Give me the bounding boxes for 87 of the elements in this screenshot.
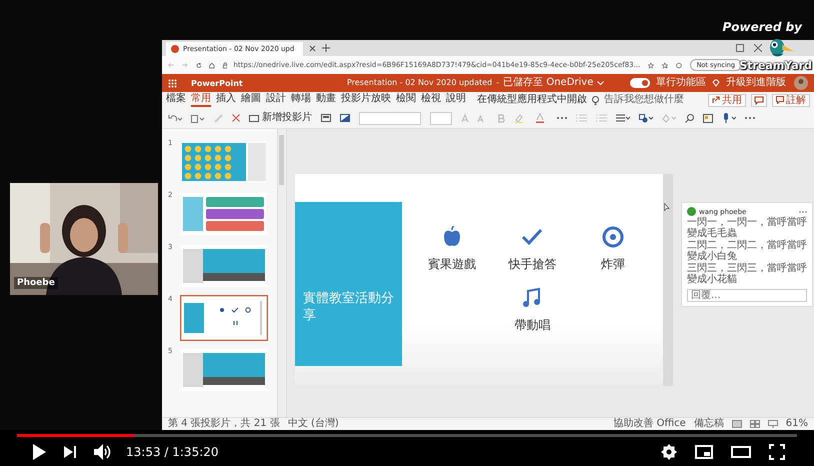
fullscreen-icon[interactable] — [769, 444, 785, 460]
refresh-icon[interactable] — [196, 60, 202, 70]
undo-icon[interactable] — [168, 114, 182, 122]
upgrade-link[interactable]: 升級到進階版 — [726, 77, 786, 89]
grid-view-icon[interactable] — [750, 420, 760, 428]
comment-icon — [776, 96, 784, 104]
presenter-icon[interactable] — [768, 420, 778, 428]
ribbon-tab[interactable]: 轉場 — [291, 93, 311, 107]
slide-item-label: 快手搶答 — [508, 256, 556, 273]
feedback-link[interactable]: 協助改善 Office — [613, 418, 686, 430]
ribbon-toggle[interactable] — [630, 78, 650, 88]
powerpoint-icon — [171, 45, 179, 53]
comment-text: 一閃一，一閃一，當呼當呼變成毛毛蟲 — [687, 217, 807, 239]
checkmark-icon — [521, 226, 544, 248]
ribbon-tab[interactable]: 插入 — [216, 93, 236, 107]
search-icon[interactable] — [685, 114, 694, 122]
ribbon-tab[interactable]: 投影片放映 — [341, 93, 391, 107]
share-icon — [712, 96, 720, 104]
close-icon[interactable] — [309, 44, 316, 52]
toggle-label: 單行功能區 — [656, 77, 706, 89]
home-icon[interactable] — [209, 60, 215, 70]
powered-by-text: Powered by — [722, 20, 802, 34]
clipboard-icon[interactable] — [191, 114, 205, 122]
document-title[interactable]: Presentation - 02 Nov 2020 updated — [347, 77, 492, 89]
reply-field[interactable]: 回覆... — [687, 289, 807, 302]
diamond-icon — [712, 79, 720, 87]
comments-button[interactable]: 註解 — [772, 94, 810, 106]
miniplayer-icon[interactable] — [695, 444, 713, 458]
comment-icon[interactable] — [751, 94, 767, 106]
title-separator: - — [496, 77, 500, 89]
slide-thumbnail[interactable] — [180, 139, 268, 185]
theater-mode-icon[interactable] — [731, 446, 751, 458]
lock-icon — [223, 60, 228, 70]
ribbon-tab[interactable]: 說明 — [446, 93, 466, 107]
maximize-icon[interactable] — [736, 44, 744, 52]
delete-icon[interactable] — [232, 114, 240, 122]
slide-thumbnail[interactable] — [180, 191, 268, 237]
shapes-icon[interactable] — [639, 114, 653, 122]
chevron-down-icon[interactable] — [597, 80, 604, 86]
language-status[interactable]: 中文 (台灣) — [288, 418, 339, 430]
slide-icon — [249, 114, 259, 122]
slide-count: 第 4 張投影片，共 21 張 — [168, 418, 280, 430]
ribbon-tab[interactable]: 檢閱 — [396, 93, 416, 107]
app-name: PowerPoint — [191, 78, 244, 88]
star-icon[interactable] — [648, 60, 654, 70]
notes-button[interactable]: 備忘稿 — [694, 418, 724, 430]
comment-text: 三閃三，三閃三，當呼當呼變成小花貓 — [687, 263, 807, 285]
ribbon-tab[interactable]: 動畫 — [316, 93, 336, 107]
slide-item-label: 帶動唱 — [514, 317, 550, 334]
settings-icon[interactable] — [661, 444, 677, 460]
ribbon-tab[interactable]: 檢視 — [421, 93, 441, 107]
favorites-icon[interactable] — [662, 60, 668, 70]
time-display: 13:53 / 1:35:20 — [126, 444, 219, 458]
ribbon-tab[interactable]: 檔案 — [166, 93, 186, 107]
lightbulb-icon — [592, 96, 599, 104]
ribbon-tab[interactable]: 繪圖 — [241, 93, 261, 107]
play-icon[interactable] — [32, 444, 46, 460]
close-icon[interactable] — [754, 44, 762, 52]
participant-name: Phoebe — [14, 277, 58, 289]
brand-logo-text: StreamYard — [739, 59, 812, 72]
new-slide-button[interactable]: 新增投影片 — [249, 112, 312, 124]
slide-thumbnail[interactable] — [180, 295, 268, 341]
save-status[interactable]: 已儲存至 OneDrive — [503, 77, 594, 89]
cursor-icon — [664, 203, 670, 212]
normal-view-icon[interactable] — [732, 420, 742, 428]
avatar-icon[interactable] — [794, 76, 808, 90]
layout-icon[interactable] — [321, 114, 331, 122]
slide-item-label: 賓果遊戲 — [428, 256, 476, 273]
slide-title-panel: 實體教室活動分享 — [295, 202, 402, 366]
open-in-desktop-link[interactable]: 在傳統型應用程式中開啟 — [477, 94, 587, 106]
slide-item-label: 炸彈 — [600, 256, 625, 273]
new-tab-icon[interactable] — [322, 44, 330, 52]
designer-icon[interactable] — [703, 114, 713, 122]
app-launcher-icon[interactable] — [168, 78, 177, 88]
theme-icon[interactable] — [340, 114, 350, 122]
slide-thumbnail[interactable] — [180, 243, 268, 289]
zoom-level[interactable]: 61% — [786, 418, 808, 430]
skip-next-icon[interactable] — [64, 446, 76, 458]
volume-icon[interactable] — [94, 444, 112, 460]
align-icon[interactable] — [616, 114, 630, 122]
slide-thumbnail[interactable] — [180, 347, 268, 393]
ribbon-tab[interactable]: 設計 — [266, 93, 286, 107]
share-button[interactable]: 共用 — [708, 94, 746, 106]
comment-text: 二閃二，二閃二，當呼當呼變成小白兔 — [687, 240, 807, 262]
tell-me-field[interactable]: 告訴我您想做什麼 — [604, 94, 684, 106]
microphone-icon[interactable] — [722, 113, 736, 123]
avatar-icon — [687, 207, 696, 216]
